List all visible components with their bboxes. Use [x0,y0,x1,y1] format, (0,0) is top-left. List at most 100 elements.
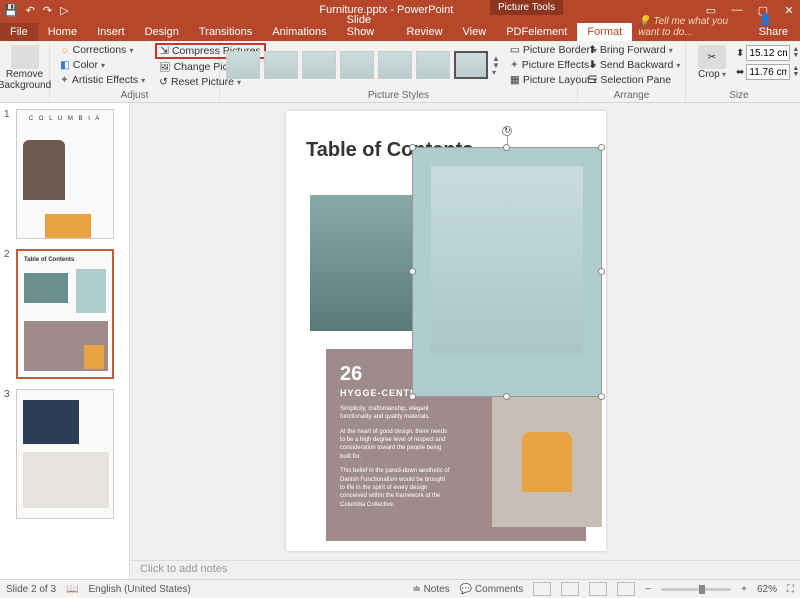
view-normal-button[interactable] [533,582,551,596]
slide-thumbnail-1[interactable]: C O L U M B I A [16,109,114,239]
zoom-slider[interactable] [661,588,731,591]
resize-handle[interactable] [409,268,416,275]
zoom-slider-thumb[interactable] [699,585,705,594]
thumb-number: 3 [4,389,16,519]
thumb1-chair-img [23,140,65,200]
tab-transitions[interactable]: Transitions [189,23,262,41]
tell-me-search[interactable]: 💡 Tell me what you want to do... [632,13,750,41]
thumb3-dark [23,400,79,444]
section-para1: Simplicity, craftsmanship, elegant funct… [340,405,450,422]
notes-toggle[interactable]: ≐ Notes [412,584,449,595]
thumb1-accent [45,214,91,238]
chair-image[interactable] [492,397,602,527]
status-slide-indicator: Slide 2 of 3 [6,584,56,595]
tab-home[interactable]: Home [38,23,87,41]
picture-effects-icon [510,59,519,71]
quick-access-toolbar: 💾 ↶ ↷ ▷ [4,4,69,17]
orange-chair [522,432,572,492]
rotate-handle[interactable] [502,126,512,136]
style-preset[interactable] [264,51,298,79]
resize-handle[interactable] [598,393,605,400]
view-reading-button[interactable] [589,582,607,596]
thumb3-strip [23,452,109,508]
slide-thumbnail-3[interactable] [16,389,114,519]
corrections-button[interactable]: Corrections [56,43,149,57]
picture-border-icon [510,44,520,56]
main-area: 1 C O L U M B I A 2 Table of Contents 3 [0,103,800,579]
share-button[interactable]: 👤 Share [751,10,800,41]
picture-styles-gallery[interactable]: ▲▼▾ [226,51,500,79]
zoom-out-button[interactable]: − [645,584,651,595]
zoom-in-button[interactable]: + [741,584,747,595]
color-button[interactable]: Color [56,58,149,72]
crop-button[interactable]: Crop [692,43,732,82]
tab-animations[interactable]: Animations [262,23,336,41]
style-preset[interactable] [226,51,260,79]
thumb1-brand: C O L U M B I A [17,116,113,122]
resize-handle[interactable] [598,268,605,275]
slide-thumbnail-2[interactable]: Table of Contents [16,249,114,379]
thumbnail-row[interactable]: 1 C O L U M B I A [4,109,125,239]
group-label-styles: Picture Styles [220,90,577,101]
selected-picture[interactable] [412,147,602,397]
resize-handle[interactable] [503,393,510,400]
artistic-effects-button[interactable]: Artistic Effects [56,73,149,87]
group-arrange: Bring Forward Send Backward Selection Pa… [578,41,686,102]
gallery-more-icon[interactable]: ▲▼▾ [492,55,500,76]
slide-canvas[interactable]: Table of Contents 26 HYGGE-CENTRIC DESIG… [130,103,800,579]
selected-picture-inner [431,166,583,356]
view-sorter-button[interactable] [561,582,579,596]
artistic-effects-icon [60,74,69,86]
style-preset[interactable] [416,51,450,79]
thumb2-lamp [76,269,106,313]
tab-design[interactable]: Design [135,23,189,41]
thumbnail-row[interactable]: 3 [4,389,125,519]
ribbon-tabs: File Home Insert Design Transitions Anim… [0,20,800,41]
ribbon: Remove Background Corrections Color Arti… [0,41,800,103]
tab-file[interactable]: File [0,23,38,41]
style-preset[interactable] [378,51,412,79]
remove-background-button[interactable]: Remove Background [6,43,43,93]
section-para3: This belief in the pared-down aesthetic … [340,467,450,509]
start-slideshow-icon[interactable]: ▷ [60,4,68,17]
height-icon: ⬍ [736,48,744,59]
status-language[interactable]: English (United States) [89,584,191,595]
resize-handle[interactable] [409,393,416,400]
resize-handle[interactable] [409,144,416,151]
comments-toggle[interactable]: 💬 Comments [460,584,524,595]
tab-format[interactable]: Format [577,23,632,41]
tab-pdfelement[interactable]: PDFelement [496,23,577,41]
width-input[interactable]: ⬌▲▼ [736,64,800,80]
corrections-icon [60,44,70,56]
status-bar: Slide 2 of 3 📖 English (United States) ≐… [0,579,800,598]
slide-thumbnails-panel[interactable]: 1 C O L U M B I A 2 Table of Contents 3 [0,103,130,579]
height-input[interactable]: ⬍▲▼ [736,45,800,61]
save-icon[interactable]: 💾 [4,4,18,17]
zoom-level[interactable]: 62% [757,584,777,595]
reset-picture-icon [159,76,168,88]
undo-icon[interactable]: ↶ [26,4,35,17]
style-preset[interactable] [302,51,336,79]
style-preset[interactable] [340,51,374,79]
notes-pane[interactable]: Click to add notes [130,560,800,579]
thumb2-toc: Table of Contents [24,257,112,263]
change-picture-icon [159,61,170,73]
spellcheck-icon[interactable]: 📖 [66,584,78,595]
tab-insert[interactable]: Insert [87,23,135,41]
tab-slideshow[interactable]: Slide Show [337,11,397,41]
selection-pane-button[interactable]: Selection Pane [584,73,679,87]
tab-review[interactable]: Review [396,23,452,41]
thumb-number: 2 [4,249,16,379]
resize-handle[interactable] [598,144,605,151]
tab-view[interactable]: View [453,23,497,41]
bring-forward-button[interactable]: Bring Forward [584,43,679,57]
send-backward-button[interactable]: Send Backward [584,58,679,72]
style-preset-selected[interactable] [454,51,488,79]
resize-handle[interactable] [503,144,510,151]
fit-to-window-button[interactable]: ⛶ [787,584,794,595]
redo-icon[interactable]: ↷ [43,4,52,17]
view-slideshow-button[interactable] [617,582,635,596]
group-picture-styles: ▲▼▾ Picture Border Picture Effects Pictu… [220,41,578,102]
thumbnail-row[interactable]: 2 Table of Contents [4,249,125,379]
remove-background-icon [11,45,39,69]
